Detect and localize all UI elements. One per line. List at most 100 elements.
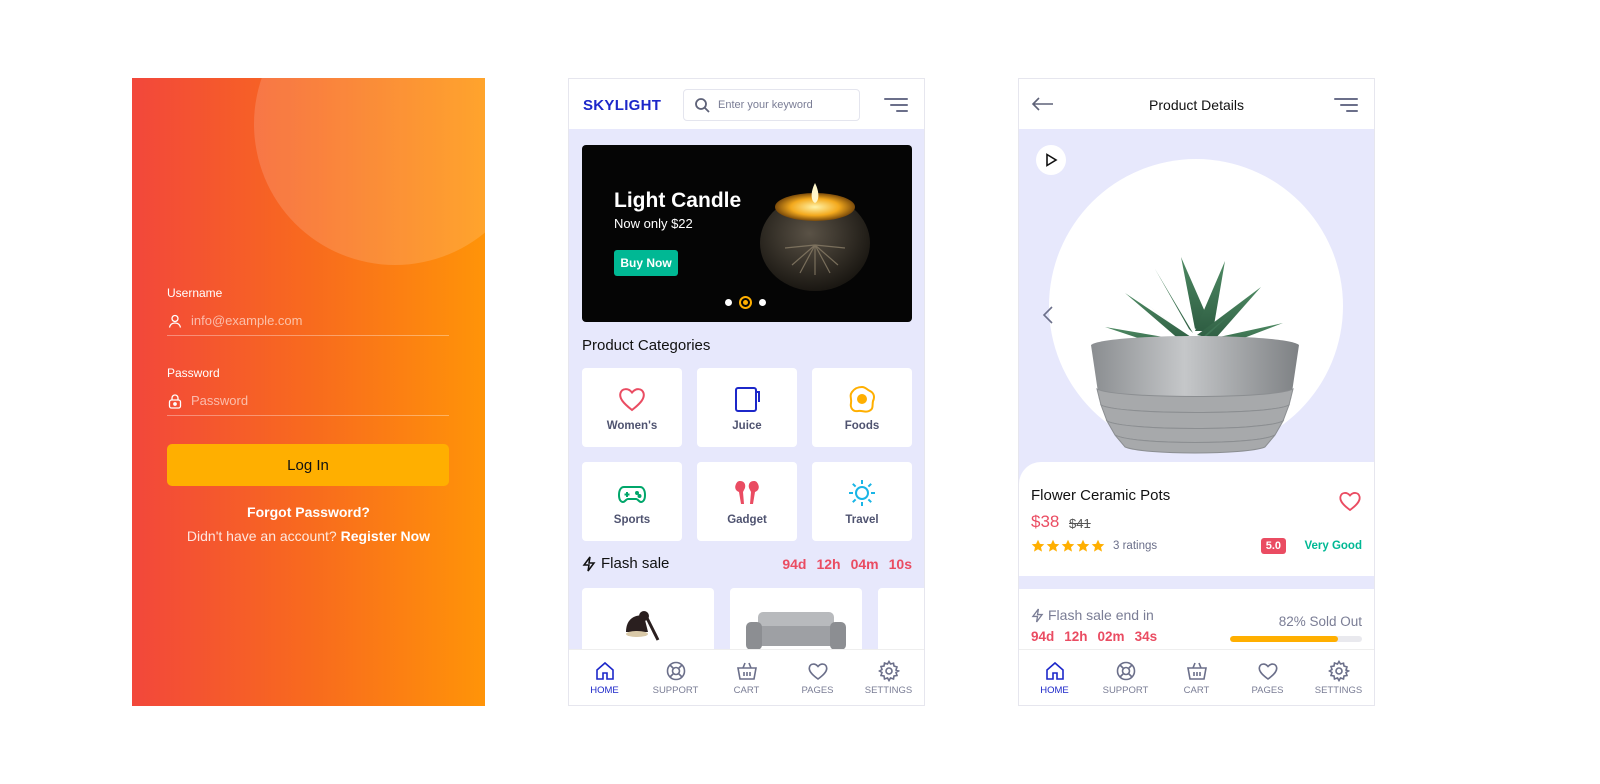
countdown: 94d 12h 04m 10s — [782, 556, 912, 572]
product-details-screen: Product Details Flower Ceramic Pots $38 … — [1018, 78, 1375, 706]
nav-home[interactable]: HOME — [575, 660, 635, 696]
username-field[interactable] — [167, 306, 449, 336]
star-icon — [1061, 539, 1075, 552]
header: SKYLIGHT — [569, 79, 924, 129]
score-badge: 5.0 — [1260, 538, 1286, 554]
countdown-hours: 12h — [816, 555, 841, 572]
category-grid: Women's Juice Foods Sports Gadget Travel — [582, 368, 912, 541]
bottom-nav: HOME SUPPORT CART PAGES SETTINGS — [1019, 649, 1374, 705]
header: Product Details — [1019, 79, 1374, 129]
heart-icon — [619, 387, 645, 411]
password-input[interactable] — [191, 393, 431, 408]
nav-support[interactable]: SUPPORT — [1096, 660, 1156, 696]
play-video-button[interactable] — [1036, 145, 1066, 175]
slider-dot[interactable] — [725, 299, 732, 306]
star-icon — [1031, 539, 1045, 552]
gear-icon — [877, 659, 900, 682]
category-sports[interactable]: Sports — [582, 462, 682, 541]
cup-icon — [735, 386, 760, 412]
flash-sale-header: Flash sale 94d 12h 04m 10s — [582, 555, 912, 572]
categories-title: Product Categories — [582, 337, 711, 354]
home-screen: SKYLIGHT Light Candle Now only $22 Buy N… — [568, 78, 925, 706]
earbuds-icon — [735, 480, 759, 504]
play-icon — [1046, 153, 1058, 167]
search-input[interactable] — [718, 99, 848, 111]
nav-settings[interactable]: SETTINGS — [859, 659, 919, 696]
egg-icon — [849, 385, 875, 413]
slider-dot[interactable] — [759, 299, 766, 306]
heart-icon — [807, 662, 828, 680]
brand-logo[interactable]: SKYLIGHT — [583, 97, 661, 114]
hero-banner[interactable]: Light Candle Now only $22 Buy Now — [582, 145, 912, 322]
nav-pages[interactable]: PAGES — [1238, 660, 1298, 696]
basket-icon — [736, 662, 757, 680]
product-card[interactable] — [878, 588, 924, 658]
countdown: 94d 12h 02m 34s — [1031, 629, 1157, 644]
countdown-minutes: 02m — [1097, 629, 1125, 644]
nav-home[interactable]: HOME — [1025, 660, 1085, 696]
countdown-minutes: 04m — [850, 555, 879, 572]
wishlist-heart-icon[interactable] — [1338, 489, 1362, 513]
flash-sale-title: Flash sale — [601, 555, 670, 572]
register-link[interactable]: Register Now — [341, 528, 430, 544]
bottom-nav: HOME SUPPORT CART PAGES SETTINGS — [569, 649, 924, 705]
basket-icon — [1186, 662, 1207, 680]
hero-title: Light Candle — [614, 189, 742, 212]
countdown-days: 94d — [1031, 629, 1055, 644]
login-button[interactable]: Log In — [167, 444, 449, 486]
category-foods[interactable]: Foods — [812, 368, 912, 447]
search-box[interactable] — [683, 89, 860, 121]
category-juice[interactable]: Juice — [697, 368, 797, 447]
product-info-card: Flower Ceramic Pots $38 $41 3 ratings 5.… — [1019, 462, 1374, 576]
decorative-circle — [254, 78, 485, 265]
star-icon — [1091, 539, 1105, 552]
sold-progress-fill — [1230, 636, 1339, 642]
slider-dots — [725, 296, 766, 309]
countdown-seconds: 10s — [888, 555, 912, 572]
category-gadget[interactable]: Gadget — [697, 462, 797, 541]
nav-cart[interactable]: CART — [1167, 660, 1227, 696]
nav-cart[interactable]: CART — [717, 660, 777, 696]
username-input[interactable] — [191, 313, 431, 328]
plant-pot-image — [1091, 257, 1299, 454]
register-line: Didn't have an account? Register Now — [132, 528, 485, 544]
lightning-icon — [1031, 608, 1044, 622]
sold-progress-bar — [1230, 636, 1362, 642]
nav-settings[interactable]: SETTINGS — [1309, 659, 1369, 696]
nav-pages[interactable]: PAGES — [788, 660, 848, 696]
flash-sale-products — [582, 588, 924, 658]
product-card-sofa[interactable] — [730, 588, 862, 658]
lifebuoy-icon — [666, 661, 685, 680]
countdown-seconds: 34s — [1134, 629, 1158, 644]
gear-icon — [1327, 659, 1350, 682]
sun-icon — [849, 479, 875, 506]
rating-stars — [1031, 539, 1105, 553]
lightning-icon — [582, 556, 596, 571]
home-icon — [1045, 661, 1064, 680]
forgot-password-link[interactable]: Forgot Password? — [132, 504, 485, 520]
star-icon — [1076, 539, 1090, 552]
password-field[interactable] — [167, 386, 449, 416]
lifebuoy-icon — [1116, 661, 1135, 680]
gamepad-icon — [617, 485, 647, 503]
menu-icon[interactable] — [884, 98, 908, 112]
lock-icon — [168, 393, 182, 409]
product-card-lamp[interactable] — [582, 588, 714, 658]
category-womens[interactable]: Women's — [582, 368, 682, 447]
ratings-count: 3 ratings — [1113, 540, 1158, 552]
product-name: Flower Ceramic Pots — [1031, 487, 1171, 504]
sold-out-text: 82% Sold Out — [1278, 614, 1362, 629]
login-screen: Username Password Log In Forgot Password… — [132, 78, 485, 706]
search-icon — [695, 98, 710, 113]
hero-subtitle: Now only $22 — [614, 216, 693, 231]
password-label: Password — [167, 366, 220, 380]
no-account-text: Didn't have an account? — [186, 528, 337, 544]
menu-icon[interactable] — [1334, 98, 1358, 112]
candle-image — [760, 183, 870, 291]
slider-dot-active[interactable] — [739, 296, 752, 309]
nav-support[interactable]: SUPPORT — [646, 660, 706, 696]
category-travel[interactable]: Travel — [812, 462, 912, 541]
chevron-left-icon[interactable] — [1041, 305, 1055, 325]
user-icon — [168, 314, 182, 328]
buy-now-button[interactable]: Buy Now — [614, 250, 678, 276]
